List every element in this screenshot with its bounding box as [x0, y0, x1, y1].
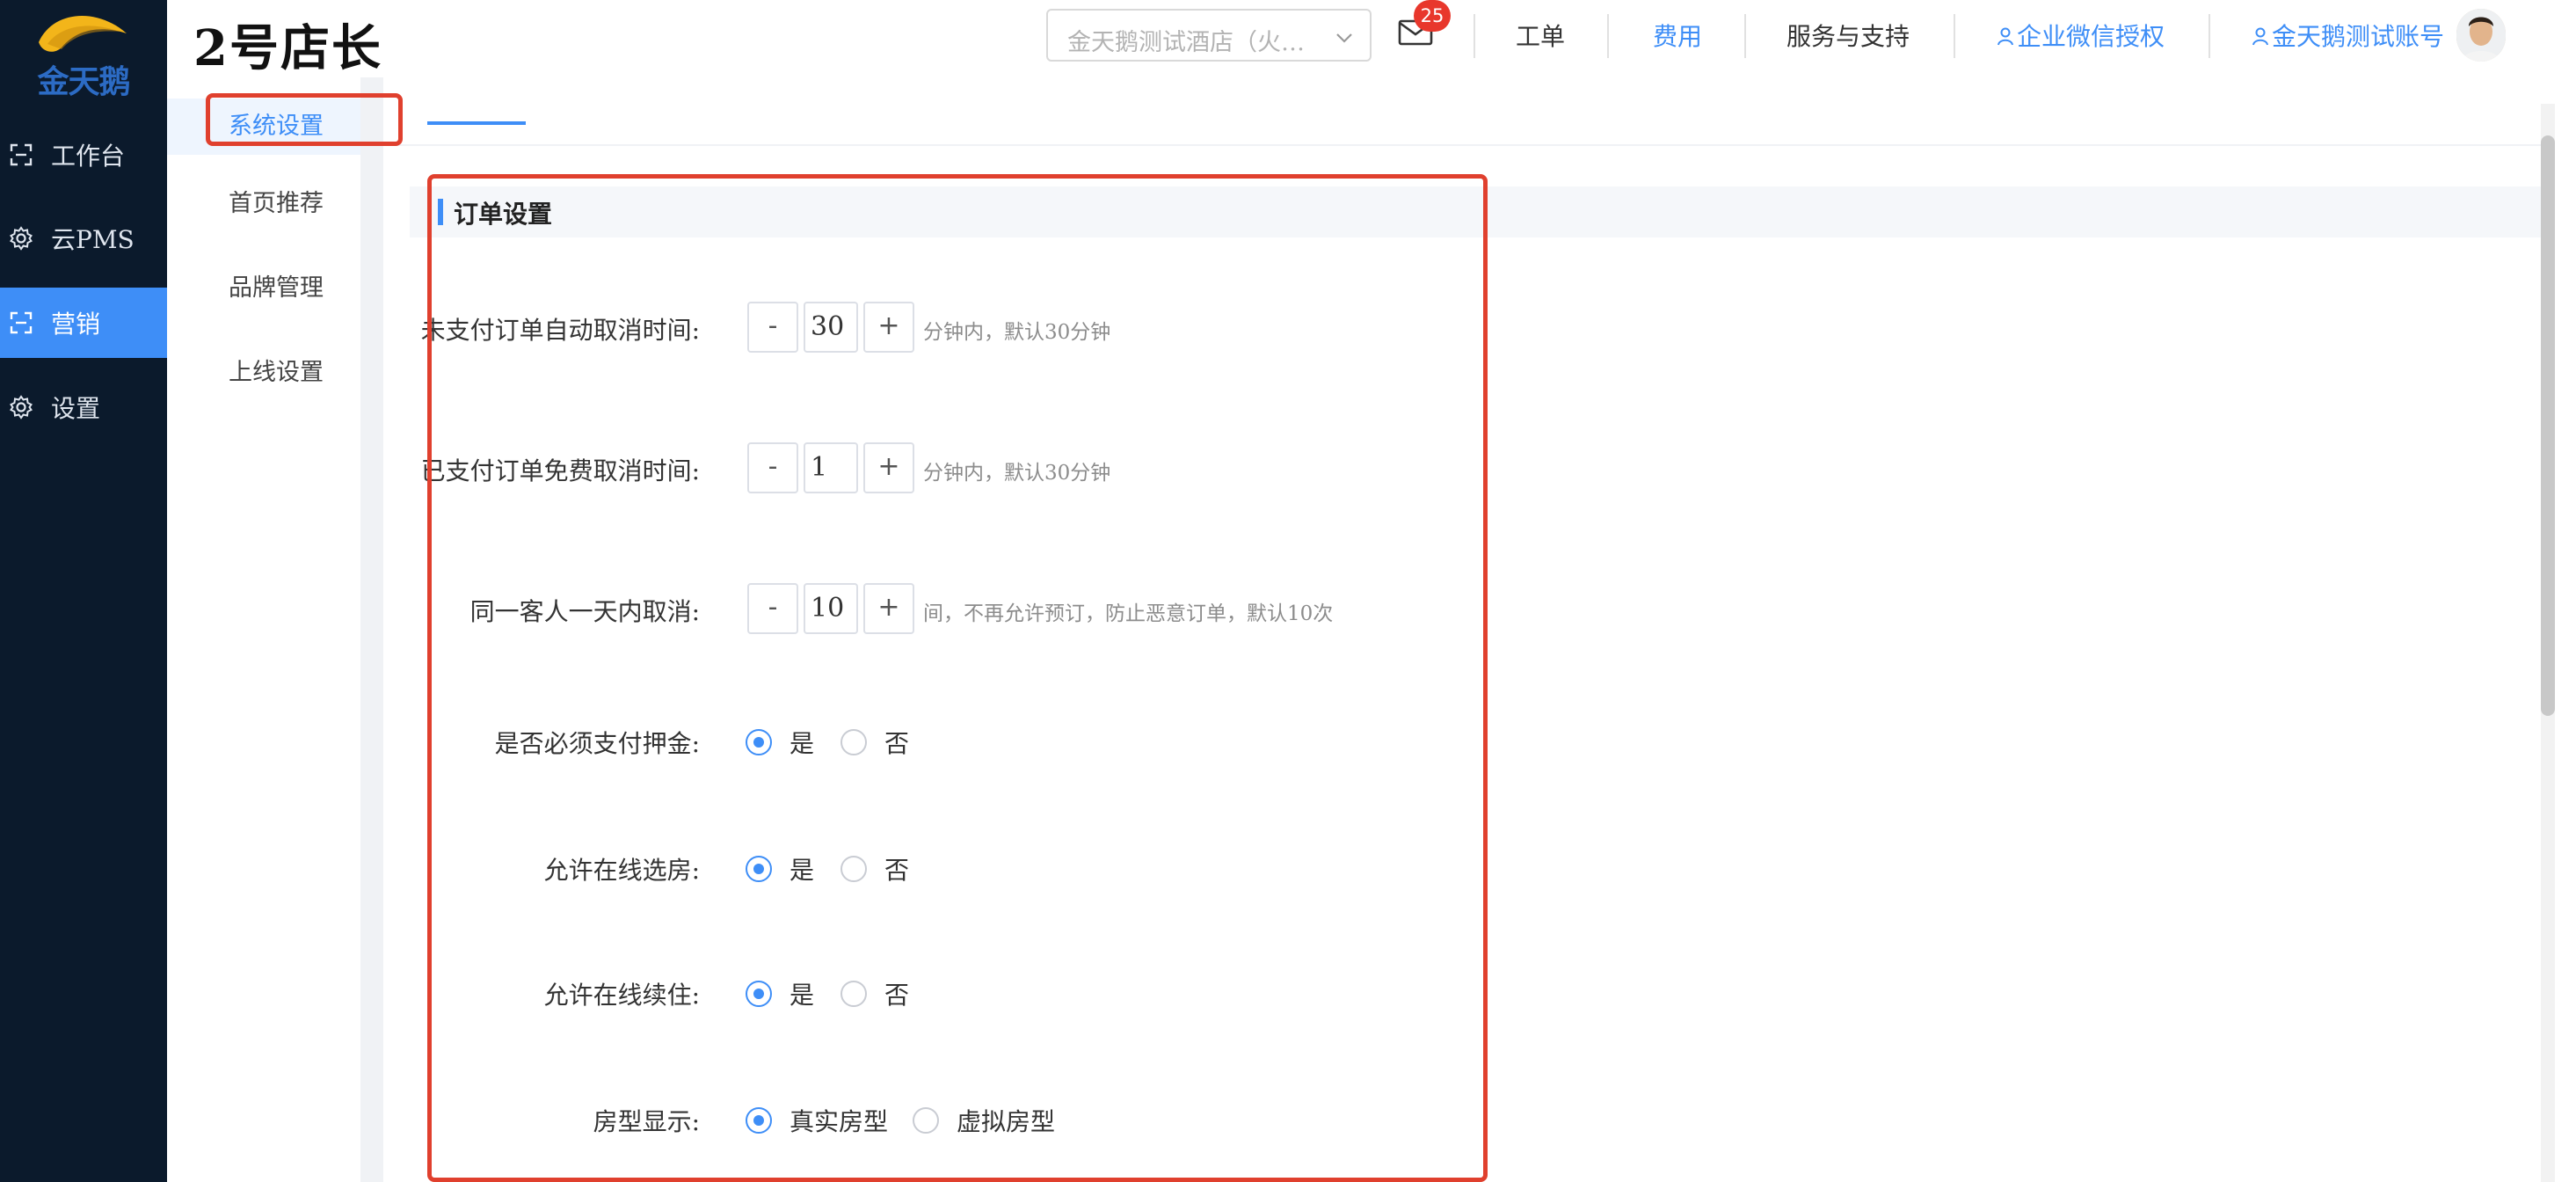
nav-item-workbench[interactable]: 工作台: [0, 120, 167, 190]
store-select-value: 金天鹅测试酒店（火…: [1067, 29, 1305, 56]
app-title: 2号店长: [193, 19, 382, 77]
account-label: 金天鹅测试账号: [2272, 22, 2445, 51]
fees-link[interactable]: 费用: [1653, 18, 1702, 53]
header-divider: [1744, 14, 1746, 58]
account-link[interactable]: 金天鹅测试账号: [2251, 18, 2444, 53]
header-divider: [1954, 14, 1955, 58]
gear-icon: [10, 395, 33, 420]
logo-text: 金天鹅: [37, 64, 130, 100]
avatar[interactable]: [2456, 9, 2506, 62]
submenu-item-online-settings[interactable]: 上线设置: [167, 345, 360, 401]
nav-item-label: 工作台: [51, 142, 126, 171]
nav-item-settings[interactable]: 设置: [0, 372, 167, 442]
tab-bar-divider: [383, 144, 2546, 146]
gear-icon: [10, 226, 33, 251]
user-icon: [2252, 27, 2268, 46]
top-header: 2号店长 金天鹅测试酒店（火… 25 工单 费用 服务与支持 企业微信授权 金天…: [167, 0, 2576, 77]
wecom-auth-link[interactable]: 企业微信授权: [1996, 18, 2165, 53]
header-divider: [2209, 14, 2210, 58]
content-gutter: [360, 77, 383, 1182]
user-icon: [1997, 27, 2013, 46]
nav-item-label: 云PMS: [51, 225, 135, 254]
header-divider: [1607, 14, 1609, 58]
settings-submenu: 系统设置 首页推荐 品牌管理 上线设置: [167, 77, 360, 1182]
annotation-box-order-settings: [427, 174, 1488, 1182]
wecom-auth-label: 企业微信授权: [2017, 22, 2165, 51]
main-sidebar: 金天鹅 工作台 云PMS 营销 设置: [0, 0, 167, 1182]
store-select[interactable]: 金天鹅测试酒店（火…: [1046, 9, 1372, 62]
nav-item-marketing[interactable]: 营销: [0, 288, 167, 358]
brand-logo[interactable]: 金天鹅: [0, 0, 167, 100]
workbench-icon: [10, 143, 33, 166]
nav-item-label: 营销: [51, 310, 101, 339]
submenu-item-home-recommend[interactable]: 首页推荐: [167, 176, 360, 232]
active-tab-indicator[interactable]: [427, 121, 526, 125]
chevron-down-icon: [1336, 33, 1352, 43]
service-support-link[interactable]: 服务与支持: [1786, 18, 1910, 53]
annotation-box-system-settings: [206, 93, 403, 146]
nav-item-label: 设置: [51, 394, 101, 423]
scrollbar-thumb[interactable]: [2541, 135, 2555, 716]
work-order-link[interactable]: 工单: [1516, 18, 1565, 53]
submenu-item-brand-management[interactable]: 品牌管理: [167, 260, 360, 317]
marketing-icon: [10, 311, 33, 334]
avatar-image: [2456, 9, 2506, 62]
header-divider: [1474, 14, 1475, 58]
nav-item-cloud-pms[interactable]: 云PMS: [0, 203, 167, 274]
swan-logo-icon: [39, 15, 127, 52]
mail-badge: 25: [1414, 0, 1451, 32]
